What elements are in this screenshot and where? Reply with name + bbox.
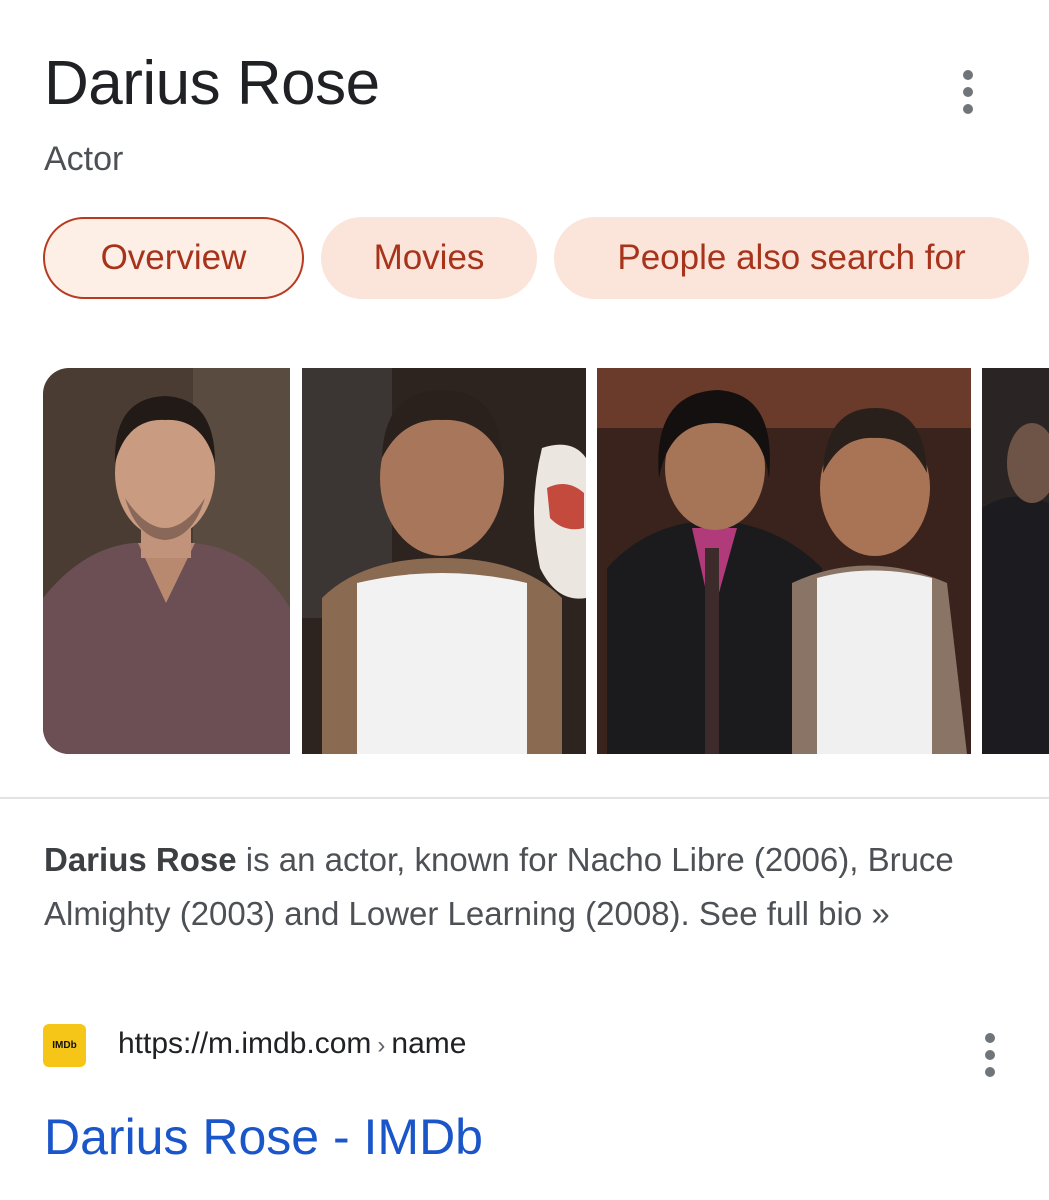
result-more-options-icon[interactable]	[980, 1033, 1000, 1077]
photo-2[interactable]	[302, 368, 586, 754]
imdb-favicon: IMDb	[43, 1024, 86, 1067]
see-full-bio-link[interactable]: See full bio »	[699, 895, 890, 932]
divider	[0, 797, 1049, 799]
result-url-domain: https://m.imdb.com	[118, 1027, 372, 1060]
entity-title: Darius Rose	[44, 49, 380, 118]
entity-subtitle: Actor	[44, 140, 124, 178]
photo-1[interactable]	[43, 368, 290, 754]
result-title-link[interactable]: Darius Rose - IMDb	[44, 1108, 483, 1166]
more-options-icon[interactable]	[958, 70, 978, 114]
tab-people-also-search-for[interactable]: People also search for	[554, 217, 1029, 299]
image-carousel[interactable]	[43, 368, 1049, 754]
photo-3[interactable]	[597, 368, 971, 754]
result-url[interactable]: https://m.imdb.com › name	[118, 1027, 466, 1061]
photo-4[interactable]	[982, 368, 1049, 754]
breadcrumb-separator: ›	[377, 1032, 386, 1059]
result-url-path: name	[391, 1027, 467, 1060]
bio-name: Darius Rose	[44, 841, 237, 878]
tab-movies[interactable]: Movies	[321, 217, 537, 299]
bio-paragraph: Darius Rose is an actor, known for Nacho…	[44, 833, 1004, 941]
tab-overview[interactable]: Overview	[43, 217, 304, 299]
